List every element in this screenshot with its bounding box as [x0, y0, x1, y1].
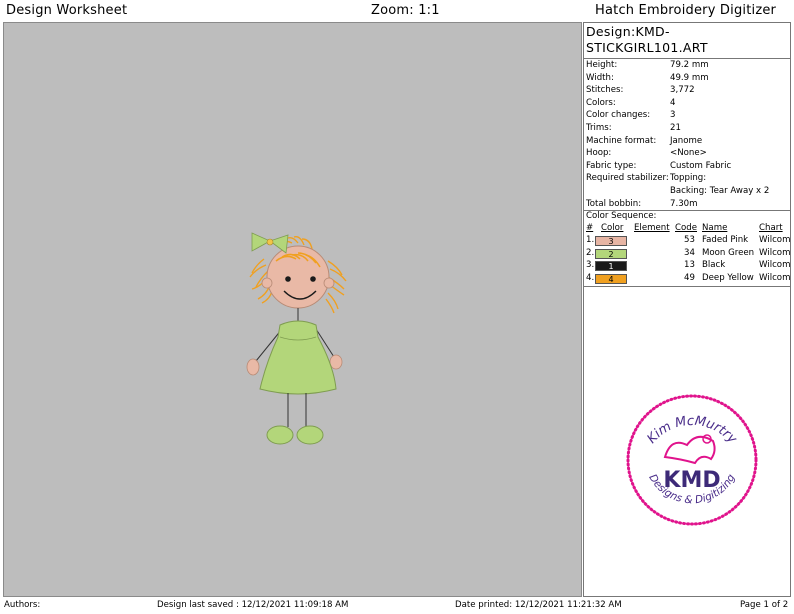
software-name: Hatch Embroidery Digitizer [595, 3, 777, 18]
zoom-label: Zoom: 1:1 [371, 3, 440, 18]
design-name-line1: Design:KMD- [586, 24, 670, 39]
date-printed: Date printed: 12/12/2021 11:21:32 AM [455, 600, 622, 610]
col-color: Color [601, 223, 624, 233]
worksheet-footer: Authors: Design last saved : 12/12/2021 … [0, 598, 794, 614]
color-sequence-title: Color Sequence: [586, 211, 657, 221]
authors-label: Authors: [4, 600, 41, 610]
col-num: # [586, 223, 594, 233]
design-name-line2: STICKGIRL101.ART [586, 40, 708, 55]
divider [584, 286, 790, 287]
color-swatch: 4 [595, 273, 627, 284]
color-swatch: 3 [595, 236, 627, 246]
page-number: Page 1 of 2 [740, 600, 789, 610]
stick-girl-embroidery [246, 232, 347, 445]
col-element: Element [634, 223, 670, 233]
col-name: Name [702, 223, 728, 233]
col-chart: Chart [759, 223, 783, 233]
kmd-logo: Kim McMurtry KMD Designs & Digitizing [626, 394, 758, 526]
header-title: Design Worksheet [6, 3, 128, 18]
design-name: Design:KMD- STICKGIRL101.ART [586, 24, 786, 56]
color-swatch: 1 [595, 261, 627, 272]
col-code: Code [675, 223, 698, 233]
worksheet-header: Design Worksheet Zoom: 1:1 Hatch Embroid… [0, 0, 794, 22]
design-canvas[interactable] [3, 22, 582, 597]
color-swatch: 2 [595, 248, 627, 259]
last-saved: Design last saved : 12/12/2021 11:09:18 … [157, 600, 349, 610]
